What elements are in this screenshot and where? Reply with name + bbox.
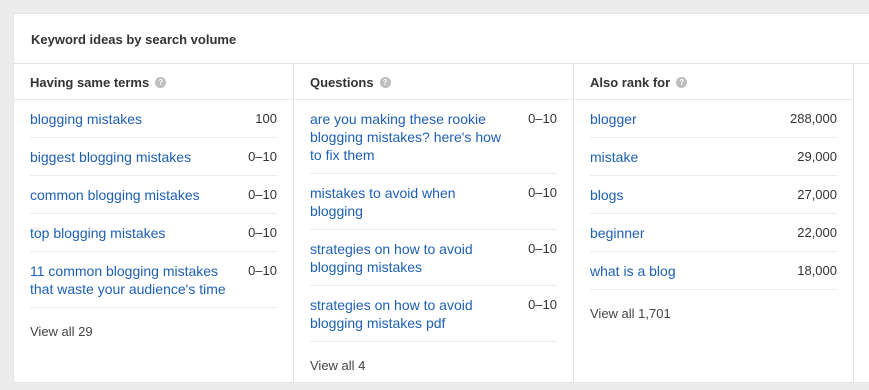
- list-item: blogger 288,000: [590, 100, 837, 138]
- keyword-link[interactable]: blogs: [590, 186, 623, 204]
- list-item: strategies on how to avoid blogging mist…: [310, 230, 557, 286]
- column-header: Questions ?: [294, 64, 573, 100]
- search-volume: 100: [255, 111, 277, 126]
- keyword-link[interactable]: what is a blog: [590, 262, 676, 280]
- keyword-list: are you making these rookie blogging mis…: [294, 100, 573, 373]
- list-item: what is a blog 18,000: [590, 252, 837, 290]
- keyword-columns: Having same terms ? blogging mistakes 10…: [14, 64, 869, 382]
- search-volume: 0–10: [528, 241, 557, 256]
- keyword-link[interactable]: top blogging mistakes: [30, 224, 165, 242]
- keyword-link[interactable]: 11 common blogging mistakes that waste y…: [30, 262, 230, 298]
- view-all-link[interactable]: View all 1,701: [590, 290, 837, 321]
- keyword-link[interactable]: mistakes to avoid when blogging: [310, 184, 475, 220]
- list-item: mistake 29,000: [590, 138, 837, 176]
- list-item: strategies on how to avoid blogging mist…: [310, 286, 557, 342]
- help-icon[interactable]: ?: [379, 77, 391, 88]
- search-volume: 29,000: [797, 149, 837, 164]
- search-volume: 0–10: [528, 111, 557, 126]
- search-volume: 0–10: [248, 225, 277, 240]
- keyword-link[interactable]: are you making these rookie blogging mis…: [310, 110, 510, 164]
- keyword-link[interactable]: strategies on how to avoid blogging mist…: [310, 296, 485, 332]
- column-questions: Questions ? are you making these rookie …: [294, 64, 574, 382]
- list-item: are you making these rookie blogging mis…: [310, 100, 557, 174]
- search-volume: 288,000: [790, 111, 837, 126]
- column-header-label: Having same terms: [30, 75, 150, 90]
- list-item: biggest blogging mistakes 0–10: [30, 138, 277, 176]
- keyword-link[interactable]: common blogging mistakes: [30, 186, 200, 204]
- keyword-link[interactable]: blogging mistakes: [30, 110, 142, 128]
- view-all-link[interactable]: View all 4: [310, 342, 557, 373]
- help-icon[interactable]: ?: [155, 77, 167, 88]
- list-item: 11 common blogging mistakes that waste y…: [30, 252, 277, 308]
- list-item: top blogging mistakes 0–10: [30, 214, 277, 252]
- column-header-label: Questions: [310, 75, 374, 90]
- list-item: mistakes to avoid when blogging 0–10: [310, 174, 557, 230]
- keyword-link[interactable]: blogger: [590, 110, 637, 128]
- search-volume: 0–10: [528, 185, 557, 200]
- list-item: blogs 27,000: [590, 176, 837, 214]
- view-all-link[interactable]: View all 29: [30, 308, 277, 339]
- search-volume: 27,000: [797, 187, 837, 202]
- column-header: Also rank for ?: [574, 64, 853, 100]
- keyword-list: blogger 288,000 mistake 29,000 blogs 27,…: [574, 100, 853, 321]
- search-volume: 0–10: [248, 263, 277, 278]
- column-header-label: Also rank for: [590, 75, 671, 90]
- search-volume: 22,000: [797, 225, 837, 240]
- card-title: Keyword ideas by search volume: [14, 14, 869, 64]
- keyword-link[interactable]: strategies on how to avoid blogging mist…: [310, 240, 485, 276]
- help-icon[interactable]: ?: [676, 77, 688, 88]
- search-volume: 0–10: [248, 149, 277, 164]
- column-also-rank-for: Also rank for ? blogger 288,000 mistake …: [574, 64, 854, 382]
- keyword-list: blogging mistakes 100 biggest blogging m…: [14, 100, 293, 339]
- column-header: Having same terms ?: [14, 64, 293, 100]
- keyword-link[interactable]: biggest blogging mistakes: [30, 148, 191, 166]
- keyword-link[interactable]: mistake: [590, 148, 638, 166]
- search-volume: 0–10: [528, 297, 557, 312]
- search-volume: 18,000: [797, 263, 837, 278]
- list-item: blogging mistakes 100: [30, 100, 277, 138]
- search-volume: 0–10: [248, 187, 277, 202]
- list-item: beginner 22,000: [590, 214, 837, 252]
- list-item: common blogging mistakes 0–10: [30, 176, 277, 214]
- keyword-link[interactable]: beginner: [590, 224, 645, 242]
- column-same-terms: Having same terms ? blogging mistakes 10…: [14, 64, 294, 382]
- keyword-ideas-card: Keyword ideas by search volume Having sa…: [13, 13, 869, 383]
